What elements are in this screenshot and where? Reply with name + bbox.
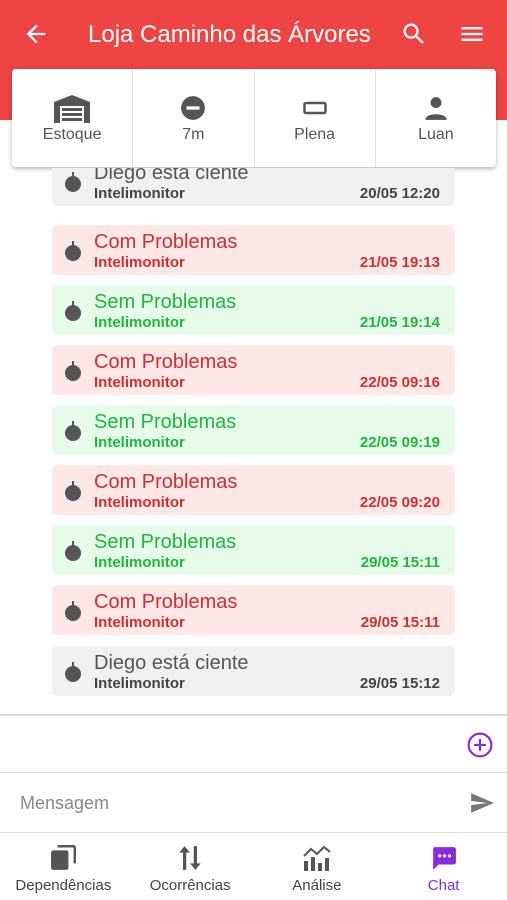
- message-item: Diego está ciente Intelimonitor 20/05 12…: [52, 168, 455, 206]
- message-item: Com Problemas Intelimonitor 29/05 15:11: [52, 585, 455, 635]
- message-item: Com Problemas Intelimonitor 21/05 19:13: [52, 225, 455, 275]
- message-text: Com Problemas: [94, 231, 238, 253]
- status-label: Plena: [294, 126, 336, 143]
- message-text: Sem Problemas: [94, 411, 237, 433]
- minus-circle-icon: [181, 96, 206, 120]
- message-time: 20/05 12:20: [359, 185, 440, 202]
- page-title: Loja Caminho das Árvores: [88, 21, 371, 48]
- divider: [0, 714, 507, 716]
- robot-icon: [65, 301, 81, 321]
- robot-icon: [65, 541, 81, 561]
- tab-label: Chat: [427, 877, 460, 894]
- message-time: 29/05 15:11: [360, 554, 440, 571]
- bottom-nav: Dependências Ocorrências Análise Chat: [0, 833, 507, 900]
- status-item-battery[interactable]: Plena: [255, 69, 376, 167]
- message-item: Com Problemas Intelimonitor 22/05 09:16: [52, 345, 455, 395]
- tab-chat[interactable]: Chat: [380, 833, 507, 900]
- message-text: Com Problemas: [94, 471, 238, 493]
- message-time: 22/05 09:20: [359, 494, 440, 511]
- message-time: 29/05 15:11: [360, 614, 440, 631]
- message-time: 22/05 09:16: [359, 374, 440, 391]
- message-item: Sem Problemas Intelimonitor 21/05 19:14: [52, 285, 455, 335]
- message-author: Intelimonitor: [94, 374, 185, 391]
- tab-label: Ocorrências: [149, 877, 231, 894]
- robot-icon: [65, 361, 81, 381]
- warehouse-icon: [54, 95, 91, 123]
- message-time: 21/05 19:14: [359, 314, 440, 331]
- robot-icon: [65, 421, 81, 441]
- message-author: Intelimonitor: [94, 554, 185, 571]
- sort-arrows-icon: [179, 846, 201, 870]
- status-item-time[interactable]: 7m: [133, 69, 255, 167]
- status-label: Luan: [418, 126, 454, 143]
- back-arrow-icon[interactable]: [22, 20, 50, 48]
- message-time: 22/05 09:19: [359, 434, 440, 451]
- tab-label: Análise: [292, 877, 342, 894]
- message-time: 29/05 15:12: [359, 675, 440, 692]
- message-text: Sem Problemas: [94, 531, 237, 553]
- message-author: Intelimonitor: [94, 254, 185, 271]
- message-author: Intelimonitor: [94, 675, 185, 692]
- divider: [0, 772, 507, 773]
- menu-icon[interactable]: [458, 20, 486, 48]
- message-text: Sem Problemas: [94, 291, 237, 313]
- search-icon[interactable]: [400, 20, 428, 48]
- status-card: Estoque 7m Plena Luan: [12, 69, 496, 167]
- tab-label: Dependências: [15, 877, 112, 894]
- message-text: Diego está ciente: [94, 652, 249, 674]
- message-author: Intelimonitor: [94, 614, 185, 631]
- message-author: Intelimonitor: [94, 314, 185, 331]
- status-item-estoque[interactable]: Estoque: [12, 69, 134, 167]
- message-text: Com Problemas: [94, 591, 238, 613]
- tab-analise[interactable]: Análise: [254, 833, 381, 900]
- message-list[interactable]: Diego está ciente Intelimonitor 20/05 12…: [0, 168, 507, 714]
- battery-full-icon: [302, 101, 327, 115]
- tab-dependencias[interactable]: Dependências: [0, 833, 127, 900]
- add-circle-icon[interactable]: [467, 732, 493, 758]
- cards-icon: [51, 845, 77, 870]
- message-item: Sem Problemas Intelimonitor 29/05 15:11: [52, 525, 455, 575]
- message-text: Com Problemas: [94, 351, 238, 373]
- message-author: Intelimonitor: [94, 434, 185, 451]
- message-author: Intelimonitor: [94, 494, 185, 511]
- message-item: Sem Problemas Intelimonitor 22/05 09:19: [52, 405, 455, 455]
- robot-icon: [65, 172, 81, 192]
- message-time: 21/05 19:13: [359, 254, 440, 271]
- robot-icon: [65, 662, 81, 682]
- status-label: Estoque: [42, 126, 102, 143]
- message-text: Diego está ciente: [94, 168, 249, 184]
- status-item-user[interactable]: Luan: [376, 69, 496, 167]
- robot-icon: [65, 601, 81, 621]
- robot-icon: [65, 481, 81, 501]
- message-author: Intelimonitor: [94, 185, 185, 202]
- tab-ocorrencias[interactable]: Ocorrências: [127, 833, 254, 900]
- chart-icon: [303, 845, 331, 871]
- chat-icon: [432, 847, 456, 870]
- robot-icon: [65, 241, 81, 261]
- status-label: 7m: [182, 126, 205, 143]
- message-input[interactable]: [20, 788, 440, 818]
- person-icon: [425, 97, 447, 120]
- message-item: Diego está ciente Intelimonitor 29/05 15…: [52, 646, 455, 696]
- message-item: Com Problemas Intelimonitor 22/05 09:20: [52, 465, 455, 515]
- send-icon[interactable]: [468, 790, 496, 816]
